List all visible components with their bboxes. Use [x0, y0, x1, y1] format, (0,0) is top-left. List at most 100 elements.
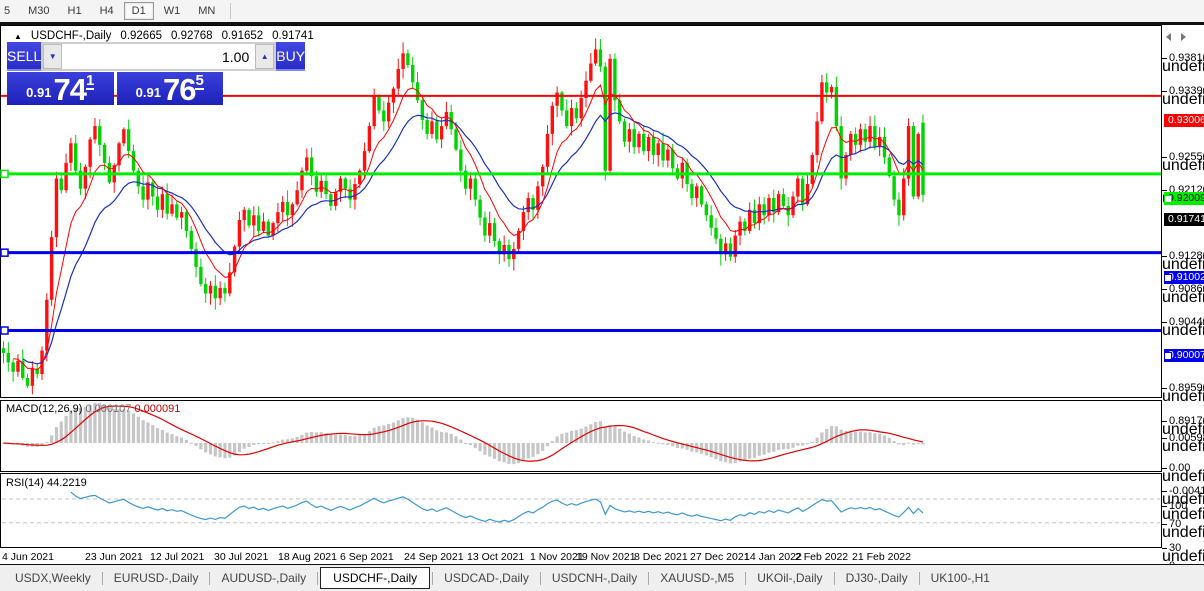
candle-body [55, 179, 58, 238]
candle-body [859, 129, 862, 145]
candle-body [84, 167, 87, 189]
macd-histogram-bar [888, 438, 891, 443]
candle-body [825, 82, 828, 92]
price-axis-tick: undefined [1162, 421, 1167, 422]
macd-histogram-bar [734, 443, 737, 463]
timeframe-button-m30[interactable]: M30 [20, 2, 57, 20]
macd-histogram-bar [883, 435, 886, 443]
macd-histogram-bar [161, 430, 164, 443]
timeframe-button-h1[interactable]: H1 [60, 2, 90, 20]
candle-body [2, 348, 5, 353]
macd-histogram-bar [686, 443, 689, 450]
collapse-triangle-icon[interactable]: ▲ [14, 32, 22, 41]
candle-body [214, 286, 217, 299]
volume-decrease-button[interactable]: ▼ [43, 44, 62, 69]
symbol-tab-dj30-daily[interactable]: DJ30-,Daily [837, 568, 917, 588]
candle-body [782, 194, 785, 206]
candle-body [589, 64, 592, 81]
symbol-tab-ukoil-daily[interactable]: UKOil-,Daily [748, 568, 831, 588]
candle-body [320, 181, 323, 192]
macd-histogram-bar [445, 432, 448, 443]
candle-body [714, 228, 717, 239]
macd-histogram-bar [796, 443, 799, 446]
macd-histogram-bar [194, 443, 197, 446]
tab-scroll-left-icon[interactable] [1166, 33, 1171, 41]
candle-body [141, 186, 144, 199]
price-axis-label: 0.93390 [1169, 85, 1204, 97]
macd-histogram-bar [339, 434, 342, 443]
timeframe-button-mn[interactable]: MN [190, 2, 223, 20]
volume-stepper: ▼ ▲ [41, 42, 276, 71]
date-axis-label: 8 Dec 2021 [634, 551, 688, 563]
candle-body [469, 179, 472, 189]
timeframe-button-w1[interactable]: W1 [156, 2, 189, 20]
macd-histogram-bar [724, 443, 727, 462]
rsi-axis-label: 70 [1169, 518, 1181, 530]
symbol-tab-xauusd-m5[interactable]: XAUUSD-,M5 [651, 568, 743, 588]
macd-histogram-bar [791, 443, 794, 448]
macd-histogram-bar [811, 442, 814, 443]
volume-increase-button[interactable]: ▲ [255, 44, 274, 69]
macd-histogram-bar [840, 430, 843, 443]
macd-histogram-bar [820, 432, 823, 443]
symbol-tab-usdcnh-daily[interactable]: USDCNH-,Daily [543, 568, 646, 588]
macd-histogram-bar [406, 417, 409, 443]
price-axis-tick: undefined [1162, 289, 1167, 290]
buy-button[interactable]: BUY [276, 42, 305, 71]
chart-title-row: ▲ USDCHF-,Daily 0.92665 0.92768 0.91652 … [14, 29, 314, 43]
macd-histogram-bar [132, 413, 135, 443]
sell-button[interactable]: SELL [7, 42, 41, 71]
sell-price-big: 74 [53, 77, 85, 103]
candle-body [671, 150, 674, 169]
symbol-tab-usdx-weekly[interactable]: USDX,Weekly [6, 568, 100, 588]
macd-histogram-bar [450, 434, 453, 443]
macd-histogram-bar [854, 432, 857, 443]
date-axis-label: 24 Sep 2021 [404, 551, 464, 563]
candle-body [839, 126, 842, 178]
macd-histogram-bar [719, 443, 722, 461]
price-axis-label: 0.91280 [1169, 250, 1204, 262]
symbol-tab-eurusd-daily[interactable]: EURUSD-,Daily [105, 568, 208, 588]
macd-histogram-bar [531, 443, 534, 457]
macd-histogram-bar [300, 435, 303, 443]
buy-price-panel[interactable]: 0.91 76 5 [117, 72, 224, 105]
macd-histogram-bar [430, 428, 433, 443]
timeframe-button-d1[interactable]: D1 [124, 2, 154, 20]
macd-histogram-bar [738, 443, 741, 462]
tab-scroll-right-icon[interactable] [1181, 33, 1186, 41]
sell-price-panel[interactable]: 0.91 74 1 [7, 72, 114, 105]
volume-input[interactable] [62, 44, 255, 69]
chart-window[interactable]: ▲ USDCHF-,Daily 0.92665 0.92768 0.91652 … [0, 25, 1204, 591]
macd-histogram-bar [604, 427, 607, 443]
candle-body [493, 223, 496, 241]
symbol-tab-uk100-h1[interactable]: UK100-,H1 [922, 568, 999, 588]
sell-price-small: 0.91 [26, 83, 51, 103]
candle-body [632, 129, 635, 147]
hline-drag-handle [1, 249, 8, 256]
macd-histogram-bar [262, 443, 265, 444]
candle-body [238, 220, 241, 247]
timeframe-button-5[interactable]: 5 [0, 2, 18, 20]
candle-body [551, 106, 554, 134]
macd-histogram-bar [647, 440, 650, 443]
symbol-tab-usdcad-daily[interactable]: USDCAD-,Daily [435, 568, 538, 588]
price-axis-label: 0.90440 [1169, 316, 1204, 328]
macd-histogram-bar [541, 443, 544, 451]
candle-body [74, 143, 77, 170]
symbol-tab-usdchf-daily[interactable]: USDCHF-,Daily [320, 567, 430, 589]
candle-body [368, 126, 371, 151]
candle-body [132, 151, 135, 171]
candle-body [570, 108, 573, 126]
candle-body [377, 96, 380, 110]
candle-body [729, 243, 732, 256]
candle-body [262, 222, 265, 231]
macd-histogram-bar [710, 443, 713, 457]
candle-body [599, 49, 602, 66]
candle-body [849, 134, 852, 155]
macd-histogram-bar [546, 443, 549, 446]
candle-body [897, 200, 900, 216]
candle-body [348, 189, 351, 200]
price-axis-tick: undefined [1162, 91, 1167, 92]
timeframe-button-h4[interactable]: H4 [92, 2, 122, 20]
symbol-tab-audusd-daily[interactable]: AUDUSD-,Daily [212, 568, 315, 588]
